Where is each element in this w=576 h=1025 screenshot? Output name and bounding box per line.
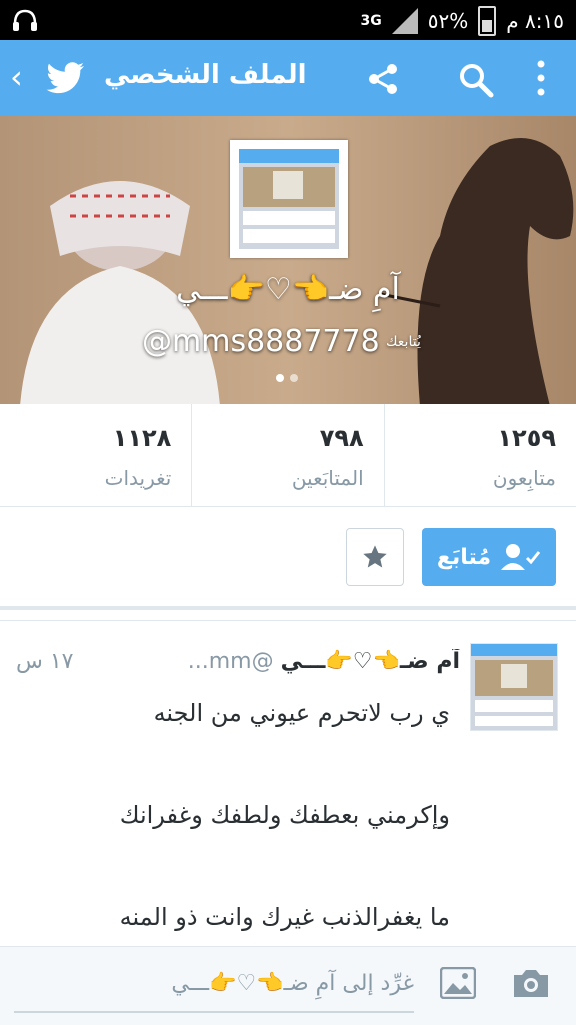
tweet-line: ي رب لاتحرم عيوني من الجنه [153, 699, 450, 727]
profile-actions: مُتابَع [0, 506, 576, 610]
following-button[interactable]: مُتابَع [422, 528, 556, 586]
tweet-item[interactable]: آمِ ضـ👈♡👉ـــي @mm... ١٧ س ي رب لاتحرم عي… [0, 620, 576, 947]
page-dot [290, 374, 298, 382]
page-dot [276, 374, 284, 382]
tweet-author-handle: @mm... [187, 649, 274, 674]
stat-label: متابِعون [492, 466, 556, 490]
header-page-indicator [276, 374, 298, 382]
tweet-header: آمِ ضـ👈♡👉ـــي @mm... ١٧ س [16, 649, 460, 674]
clock: ٨:١٥ م [506, 9, 564, 33]
search-icon[interactable] [458, 62, 494, 102]
user-check-icon [501, 544, 541, 570]
page-title: الملف الشخصي [104, 60, 307, 90]
battery-label: ٥٢% [427, 9, 469, 33]
stat-label: المتابَعين [291, 466, 364, 490]
status-bar: 3G ٥٢% ٨:١٥ م [0, 0, 576, 40]
app-bar: ‹ الملف الشخصي [0, 40, 576, 116]
stat-value: ١٢٥٩ [497, 424, 556, 452]
share-icon[interactable] [366, 62, 400, 100]
stat-tweets[interactable]: ١١٢٨ تغريدات [0, 404, 193, 506]
profile-avatar[interactable] [230, 140, 348, 258]
network-label: 3G [360, 13, 382, 29]
stat-following[interactable]: ٧٩٨ المتابَعين [192, 404, 385, 506]
photo-icon[interactable] [439, 966, 477, 1003]
stat-label: تغريدات [104, 466, 172, 490]
signal-icon [391, 8, 418, 34]
stat-value: ١١٢٨ [112, 424, 172, 452]
tweet-author-name: آمِ ضـ👈♡👉ـــي [280, 649, 460, 674]
camera-icon[interactable] [512, 967, 550, 1003]
more-options-icon[interactable] [536, 58, 546, 102]
stat-followers[interactable]: ١٢٥٩ متابِعون [385, 404, 576, 506]
star-icon [363, 545, 387, 568]
tweet-timestamp: ١٧ س [16, 649, 74, 674]
profile-handle: @mms8887778 [142, 324, 380, 359]
profile-header: آمِ ضـ👈♡👉ـــي @mms8887778 يُتابعك [0, 116, 576, 404]
back-icon[interactable]: ‹ [10, 58, 23, 96]
notifications-star-button[interactable] [346, 528, 404, 586]
twitter-bird-icon [46, 62, 86, 98]
profile-display-name: آمِ ضـ👈♡👉ـــي [176, 272, 400, 307]
battery-icon [478, 6, 497, 36]
headphones-icon [12, 8, 38, 36]
stat-value: ٧٩٨ [319, 424, 364, 452]
compose-tweet-input[interactable]: غرِّد إلى آمِ ضـ👈♡👉ـــي [14, 957, 414, 1013]
tweet-composer: غرِّد إلى آمِ ضـ👈♡👉ـــي [0, 946, 576, 1025]
profile-stats: ١١٢٨ تغريدات ٧٩٨ المتابَعين ١٢٥٩ متابِعو… [0, 404, 576, 507]
tweet-line: ما يغفرالذنب غيرك وانت ذو المنه [119, 903, 450, 931]
header-photo-horse [380, 138, 574, 404]
following-label: مُتابَع [436, 544, 492, 570]
follows-you-badge: يُتابعك [386, 334, 421, 350]
tweet-avatar[interactable] [470, 643, 558, 731]
tweet-line: وإكرمني بعطفك ولطفك وغفرانك [119, 801, 450, 829]
